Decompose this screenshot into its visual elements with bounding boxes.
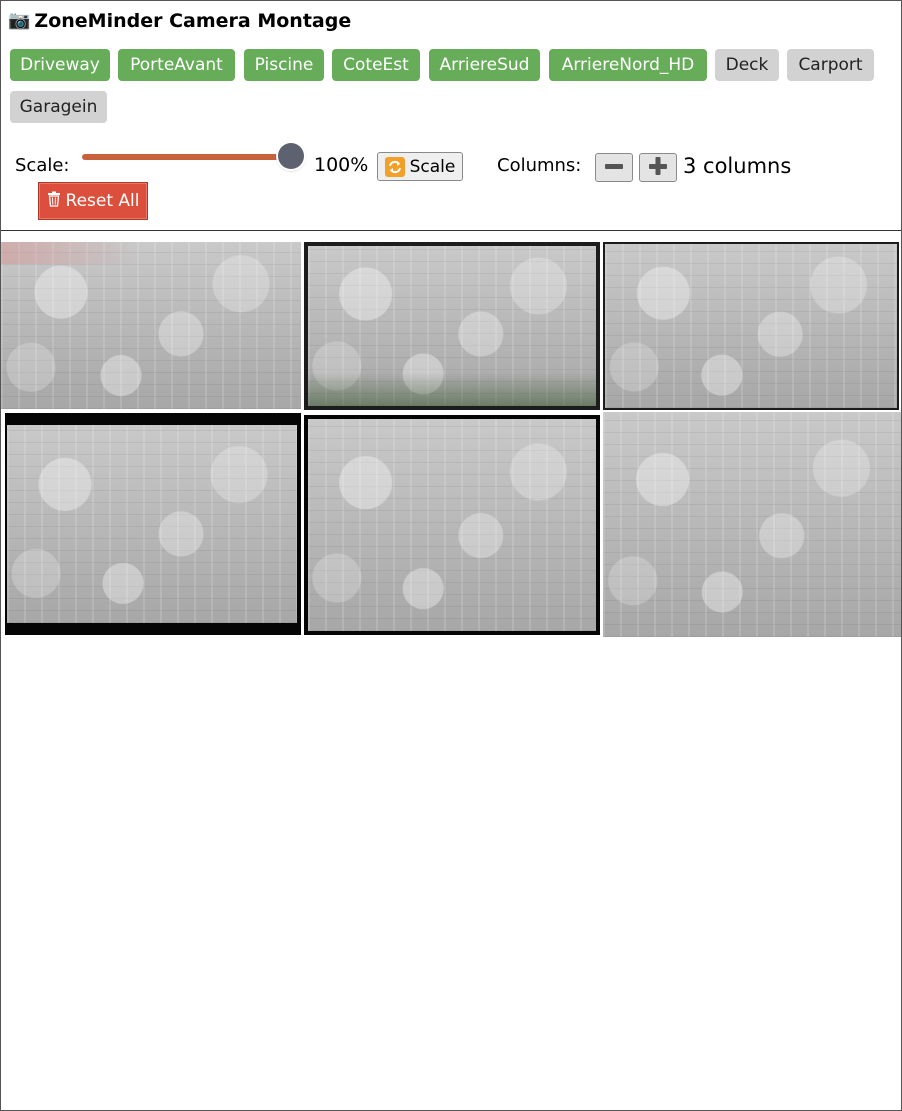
columns-value: 3 columns	[683, 154, 792, 178]
montage-window: 📷 ZoneMinder Camera Montage Driveway Por…	[0, 0, 902, 1111]
decrease-columns-button[interactable]	[595, 153, 633, 182]
plus-icon	[647, 155, 669, 181]
page-title: 📷 ZoneMinder Camera Montage	[8, 9, 351, 33]
reset-all-button[interactable]: Reset All	[38, 182, 148, 220]
monitor-button-garagein[interactable]: Garagein	[10, 91, 107, 123]
increase-columns-button[interactable]	[639, 153, 677, 182]
camera-feed-coteest[interactable]	[5, 413, 301, 635]
feed-glare	[1, 242, 141, 264]
camera-icon: 📷	[8, 10, 31, 31]
monitor-button-coteest[interactable]: CoteEst	[332, 49, 420, 81]
refresh-icon	[384, 156, 405, 177]
monitor-button-carport[interactable]: Carport	[787, 49, 874, 81]
camera-feed-driveway[interactable]	[1, 242, 301, 409]
trash-icon	[47, 191, 61, 212]
monitor-button-arrieresud[interactable]: ArriereSud	[429, 49, 540, 81]
montage-header: 📷 ZoneMinder Camera Montage Driveway Por…	[1, 1, 901, 230]
feed-foliage	[308, 372, 596, 406]
camera-feed-arrierenord-hd[interactable]	[603, 412, 901, 637]
scale-slider[interactable]	[82, 154, 292, 160]
header-divider	[1, 230, 901, 231]
monitor-button-driveway[interactable]: Driveway	[10, 49, 110, 81]
columns-label: Columns:	[497, 155, 582, 176]
scale-value: 100%	[314, 154, 369, 176]
minus-icon	[603, 155, 625, 181]
scale-slider-thumb[interactable]	[278, 143, 304, 169]
camera-feed-porteavant[interactable]	[304, 242, 600, 410]
reset-all-label: Reset All	[65, 191, 140, 211]
monitor-button-piscine[interactable]: Piscine	[244, 49, 324, 81]
scale-button-label: Scale	[409, 156, 456, 177]
camera-feed-arrieresud[interactable]	[304, 415, 600, 635]
camera-feed-image	[603, 412, 901, 637]
monitor-button-porteavant[interactable]: PorteAvant	[118, 49, 235, 81]
scale-label: Scale:	[15, 155, 70, 176]
monitor-button-arrierenord-hd[interactable]: ArriereNord_HD	[549, 49, 707, 81]
camera-feed-image	[308, 419, 596, 631]
camera-feed-image	[605, 244, 897, 408]
monitor-button-deck[interactable]: Deck	[715, 49, 779, 81]
scale-button[interactable]: Scale	[377, 152, 463, 181]
camera-feed-image	[7, 425, 297, 623]
page-title-text: ZoneMinder Camera Montage	[34, 10, 352, 32]
camera-feed-image	[1, 242, 301, 409]
camera-feed-piscine[interactable]	[603, 242, 899, 410]
